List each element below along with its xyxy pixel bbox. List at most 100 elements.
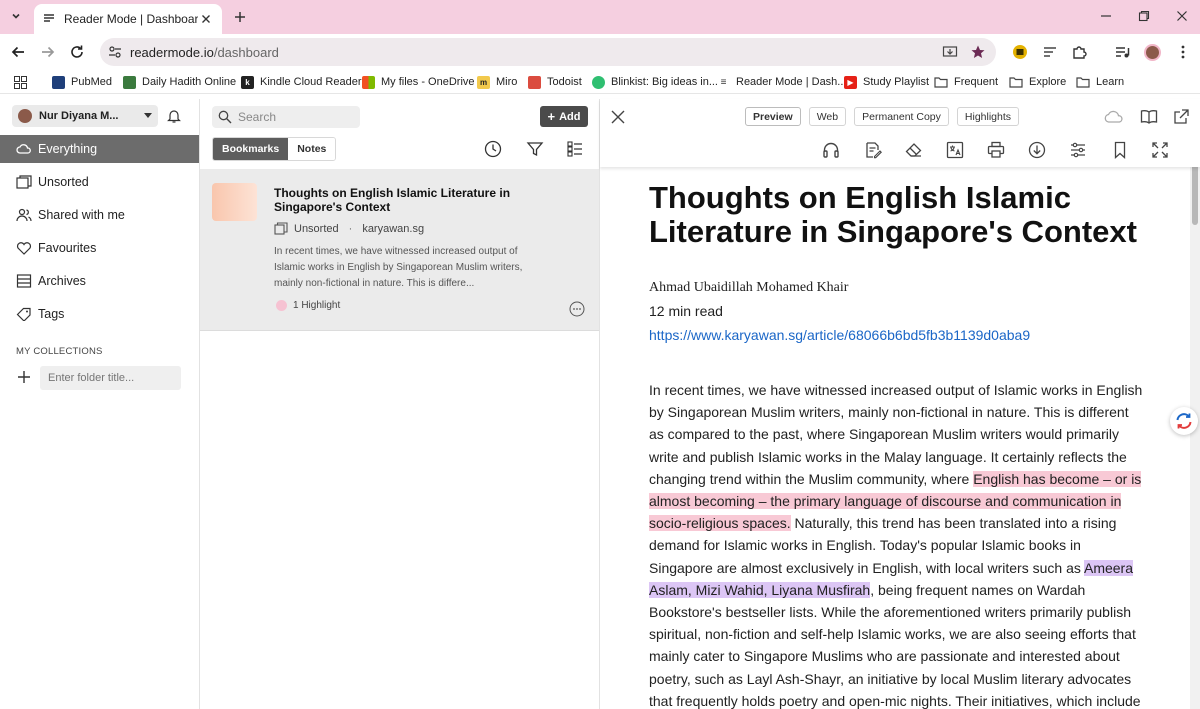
forward-button[interactable] <box>38 42 58 62</box>
highlight-count[interactable]: 1 Highlight <box>276 300 340 311</box>
media-queue-icon <box>1116 47 1130 58</box>
profile-button[interactable] <box>1143 43 1161 61</box>
edit-note-icon[interactable] <box>864 141 882 159</box>
tab-highlights[interactable]: Highlights <box>956 107 1020 126</box>
bookmark-study-playlist[interactable]: ▶ Study Playlist <box>844 74 929 90</box>
bookmark-daily-hadith[interactable]: Daily Hadith Online <box>123 74 236 90</box>
collections-heading: MY COLLECTIONS <box>16 346 103 357</box>
tag-icon <box>16 306 32 322</box>
search-input[interactable]: Search <box>212 106 360 128</box>
add-button[interactable]: + Add <box>540 106 588 127</box>
reader-header: Preview Web Permanent Copy Highlights <box>600 99 1200 167</box>
bookmark-todoist[interactable]: Todoist <box>528 74 582 90</box>
profile-avatar <box>1143 43 1161 61</box>
reader-view-tabs: Preview Web Permanent Copy Highlights <box>745 107 1020 126</box>
bookmark-miro[interactable]: m Miro <box>477 74 517 90</box>
print-icon[interactable] <box>987 141 1005 159</box>
microsoft-favicon-icon <box>362 75 375 89</box>
bookmark-kindle[interactable]: k Kindle Cloud Reader <box>241 74 362 90</box>
bookmark-folder-explore[interactable]: Explore <box>1009 74 1066 90</box>
reload-button[interactable] <box>67 42 87 62</box>
extension-badge-button[interactable] <box>1011 43 1029 61</box>
sidebar-item-favourites[interactable]: Favourites <box>0 234 199 262</box>
apps-button[interactable] <box>14 74 27 90</box>
bookmark-blinkist[interactable]: Blinkist: Big ideas in... <box>592 74 718 90</box>
cards-icon <box>16 174 32 190</box>
tab-bookmarks[interactable]: Bookmarks <box>213 138 289 160</box>
filter-icon[interactable] <box>526 140 544 158</box>
browser-menu-button[interactable] <box>1174 43 1192 61</box>
floating-extension-button[interactable] <box>1170 407 1198 435</box>
download-icon[interactable] <box>1028 141 1046 159</box>
plus-icon: + <box>547 109 556 124</box>
install-app-icon[interactable] <box>942 44 958 60</box>
meta-separator: · <box>348 222 353 235</box>
article-title: Thoughts on English Islamic Literature i… <box>274 186 511 214</box>
close-window-button[interactable] <box>1174 8 1190 24</box>
sidebar-item-archives[interactable]: Archives <box>0 267 199 295</box>
tab-web[interactable]: Web <box>808 107 847 126</box>
list-item[interactable]: Thoughts on English Islamic Literature i… <box>200 169 599 331</box>
reader-mode-favicon-icon: ≡ <box>720 76 727 88</box>
reload-icon <box>71 45 83 58</box>
tab-preview[interactable]: Preview <box>745 107 801 126</box>
reader-mode-favicon-icon <box>44 14 54 22</box>
translate-icon[interactable] <box>946 141 964 159</box>
fullscreen-icon[interactable] <box>1151 141 1169 159</box>
archive-icon <box>16 273 32 289</box>
miro-favicon-icon: m <box>477 75 490 89</box>
bookmark-folder-learn[interactable]: Learn <box>1076 74 1124 90</box>
bookmark-star-icon[interactable] <box>970 44 986 60</box>
eraser-icon[interactable] <box>905 141 923 159</box>
article-excerpt: In recent times, we have witnessed incre… <box>274 246 523 289</box>
kebab-menu-icon <box>1181 45 1185 59</box>
reading-list-button[interactable] <box>1041 43 1059 61</box>
article-source-link[interactable]: https://www.karyawan.sg/article/68066b6b… <box>649 327 1030 343</box>
article-collection: Unsorted <box>294 222 339 235</box>
folder-title-input[interactable] <box>40 366 181 390</box>
bookmark-onedrive[interactable]: My files - OneDrive <box>362 74 475 90</box>
headphones-icon[interactable] <box>822 141 840 159</box>
sidebar-item-everything[interactable]: Everything <box>0 135 199 163</box>
more-options-icon[interactable] <box>569 301 585 317</box>
bookmark-icon[interactable] <box>1111 141 1129 159</box>
sidebar-item-label: Unsorted <box>38 175 89 189</box>
plus-icon <box>235 12 245 22</box>
address-bar[interactable]: readermode.io/dashboard <box>100 38 996 66</box>
arrow-right-icon <box>42 46 55 58</box>
add-folder-plus-icon[interactable] <box>17 370 31 384</box>
tab-search-button[interactable] <box>6 6 26 26</box>
coin-extension-icon <box>1013 45 1027 59</box>
bookmark-pubmed[interactable]: PubMed <box>52 74 112 90</box>
sidebar-item-tags[interactable]: Tags <box>0 300 199 328</box>
tab-title: Reader Mode | Dashboard <box>64 12 198 26</box>
sidebar-item-label: Favourites <box>38 241 97 255</box>
clock-sort-icon[interactable] <box>484 140 502 158</box>
bookmark-folder-frequent[interactable]: Frequent <box>934 74 998 90</box>
close-icon[interactable] <box>610 109 626 125</box>
settings-sliders-icon[interactable] <box>1069 141 1087 159</box>
user-menu[interactable]: Nur Diyana M... <box>12 105 158 127</box>
back-button[interactable] <box>8 42 28 62</box>
cloud-sync-icon[interactable] <box>1103 108 1125 126</box>
view-options-icon[interactable] <box>566 140 584 158</box>
site-info-icon[interactable] <box>108 45 122 59</box>
list-type-tabs: Bookmarks Notes <box>212 137 337 161</box>
people-icon <box>16 207 32 223</box>
sidebar: Nur Diyana M... Everything Unsorted Shar… <box>0 99 200 709</box>
media-controls-button[interactable] <box>1113 43 1131 61</box>
minimize-button[interactable] <box>1098 8 1114 24</box>
tab-notes[interactable]: Notes <box>288 138 336 160</box>
tab-permanent-copy[interactable]: Permanent Copy <box>854 107 949 126</box>
bell-icon[interactable] <box>166 108 182 124</box>
extensions-button[interactable] <box>1070 43 1088 61</box>
open-book-icon[interactable] <box>1140 108 1158 126</box>
browser-tab[interactable]: Reader Mode | Dashboard <box>34 4 222 34</box>
open-external-icon[interactable] <box>1172 108 1190 126</box>
sidebar-item-shared[interactable]: Shared with me <box>0 201 199 229</box>
close-tab-icon[interactable] <box>198 11 214 27</box>
restore-button[interactable] <box>1136 8 1152 24</box>
sidebar-item-unsorted[interactable]: Unsorted <box>0 168 199 196</box>
new-tab-button[interactable] <box>230 7 250 27</box>
bookmark-reader-mode[interactable]: ≡ Reader Mode | Dash... <box>717 74 847 90</box>
